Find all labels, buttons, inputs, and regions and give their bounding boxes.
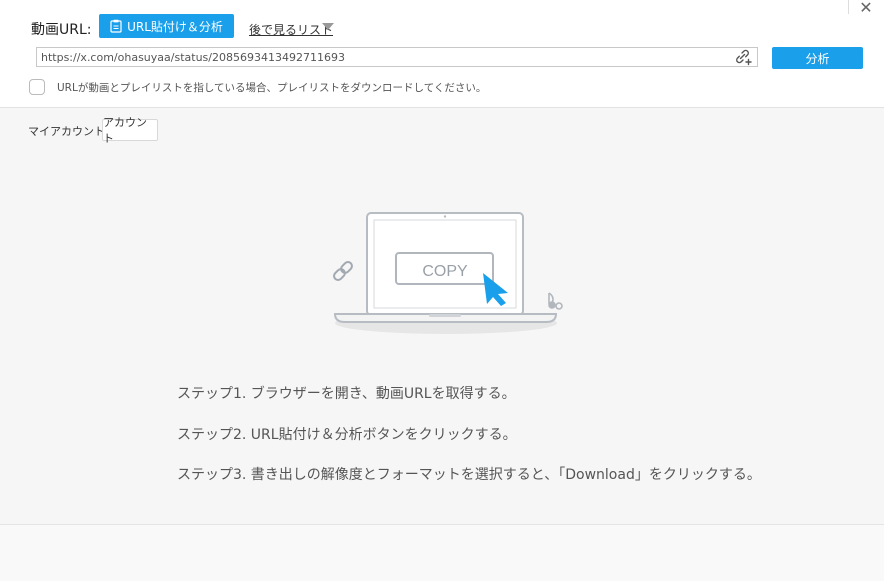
window-divider [848,0,849,14]
paste-url-analyze-label: URL貼付け＆分析 [127,19,223,34]
top-panel: ✕ 動画URL: URL貼付け＆分析 後で見るリスト 分析 URLが動画とプレイ… [0,0,884,108]
my-account-label: マイアカウント [28,125,105,138]
url-input[interactable] [36,47,758,67]
bottom-panel [0,525,884,581]
url-label: 動画URL: [31,22,92,38]
playlist-checkbox-label: URLが動画とプレイリストを指している場合、プレイリストをダウンロードしてくださ… [57,82,487,94]
paste-url-analyze-button[interactable]: URL貼付け＆分析 [99,14,234,38]
step-1-text: ステップ1. ブラウザーを開き、動画URLを取得する。 [177,386,516,402]
music-note-icon [548,292,563,310]
close-icon[interactable]: ✕ [858,0,874,17]
step-2-text: ステップ2. URL貼付け＆分析ボタンをクリックする。 [177,427,517,443]
analyze-button[interactable]: 分析 [772,47,863,69]
laptop-camera [443,215,447,218]
link-add-icon[interactable] [733,48,753,66]
playlist-checkbox[interactable] [29,79,45,95]
copy-text: COPY [422,263,468,280]
copy-url-illustration: COPY [333,212,563,334]
chain-link-icon [333,261,353,281]
caret-down-icon[interactable] [322,23,334,30]
account-button[interactable]: アカウント [102,116,158,145]
clipboard-icon [110,19,122,33]
step-3-text: ステップ3. 書き出しの解像度とフォーマットを選択すると、「Download」を… [177,467,761,483]
watch-later-link[interactable]: 後で見るリスト [249,21,333,38]
laptop-notch [429,314,461,317]
